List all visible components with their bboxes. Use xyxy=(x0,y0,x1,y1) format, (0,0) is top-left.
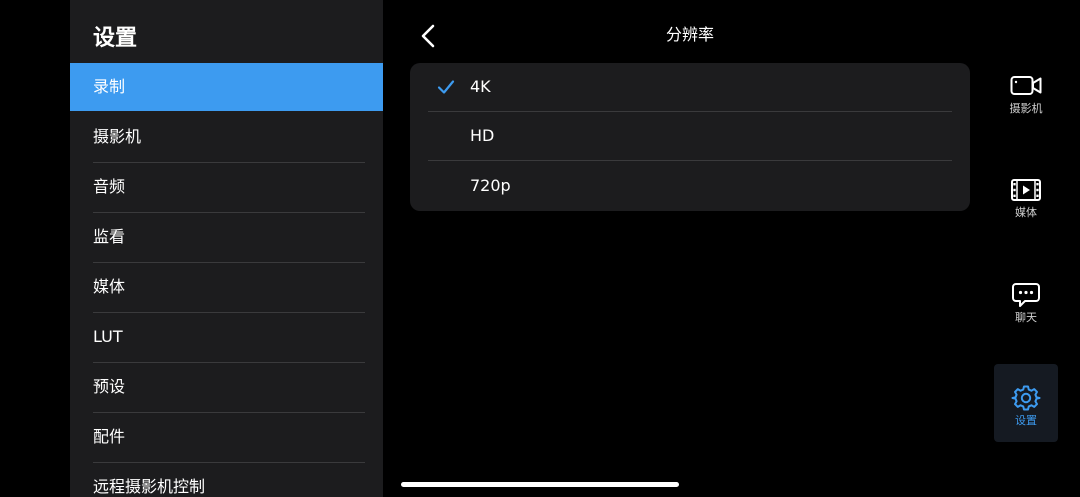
tab-label: 摄影机 xyxy=(1009,102,1043,115)
sidebar-item-remote-camera-control[interactable]: 远程摄影机控制 xyxy=(70,463,383,497)
chevron-left-icon xyxy=(421,24,435,48)
home-indicator[interactable] xyxy=(401,482,679,487)
app-screen: 设置 录制 摄影机 音频 监看 媒体 LUT 预设 配件 远程摄影机控制 分辨率… xyxy=(0,0,1080,497)
camera-icon xyxy=(1010,76,1042,95)
sidebar-item-label: 配件 xyxy=(93,427,126,446)
option-720p[interactable]: 720p xyxy=(410,162,970,211)
sidebar-item-audio[interactable]: 音频 xyxy=(70,163,383,213)
sidebar-item-recording[interactable]: 录制 xyxy=(70,63,383,111)
settings-sidebar: 设置 录制 摄影机 音频 监看 媒体 LUT 预设 配件 远程摄影机控制 xyxy=(70,0,383,497)
sidebar-item-label: LUT xyxy=(93,327,123,346)
sidebar-item-label: 媒体 xyxy=(93,277,126,296)
option-label: 4K xyxy=(470,77,491,96)
option-hd[interactable]: HD xyxy=(410,112,970,161)
checkmark-icon xyxy=(437,80,455,94)
sidebar-item-label: 录制 xyxy=(93,77,126,96)
tab-media[interactable]: 媒体 xyxy=(994,156,1058,234)
sidebar-item-label: 预设 xyxy=(93,377,126,396)
divider xyxy=(428,160,952,161)
sidebar-item-media[interactable]: 媒体 xyxy=(70,263,383,313)
sidebar-item-label: 摄影机 xyxy=(93,127,142,146)
tab-label: 媒体 xyxy=(1015,206,1037,219)
back-button[interactable] xyxy=(414,22,442,50)
gear-icon xyxy=(1011,385,1041,411)
sidebar-item-camera[interactable]: 摄影机 xyxy=(70,113,383,163)
option-label: HD xyxy=(470,126,495,145)
page-title: 分辨率 xyxy=(665,25,714,44)
resolution-options: 4K HD 720p xyxy=(410,63,970,211)
sidebar-item-label: 远程摄影机控制 xyxy=(93,477,206,496)
film-icon xyxy=(1011,179,1041,201)
option-4k[interactable]: 4K xyxy=(410,63,970,112)
sidebar-title: 设置 xyxy=(93,26,138,51)
chat-icon xyxy=(1012,283,1040,307)
tab-settings[interactable]: 设置 xyxy=(994,364,1058,442)
sidebar-item-label: 音频 xyxy=(93,177,126,196)
option-label: 720p xyxy=(470,176,511,195)
tab-label: 设置 xyxy=(1015,414,1037,427)
tab-label: 聊天 xyxy=(1015,311,1037,324)
sidebar-item-lut[interactable]: LUT xyxy=(70,313,383,363)
tab-camera[interactable]: 摄影机 xyxy=(994,52,1058,130)
sidebar-item-monitoring[interactable]: 监看 xyxy=(70,213,383,263)
sidebar-item-label: 监看 xyxy=(93,227,126,246)
settings-menu: 录制 摄影机 音频 监看 媒体 LUT 预设 配件 远程摄影机控制 xyxy=(70,63,383,497)
tab-chat[interactable]: 聊天 xyxy=(994,261,1058,339)
sidebar-item-presets[interactable]: 预设 xyxy=(70,363,383,413)
sidebar-item-accessories[interactable]: 配件 xyxy=(70,413,383,463)
